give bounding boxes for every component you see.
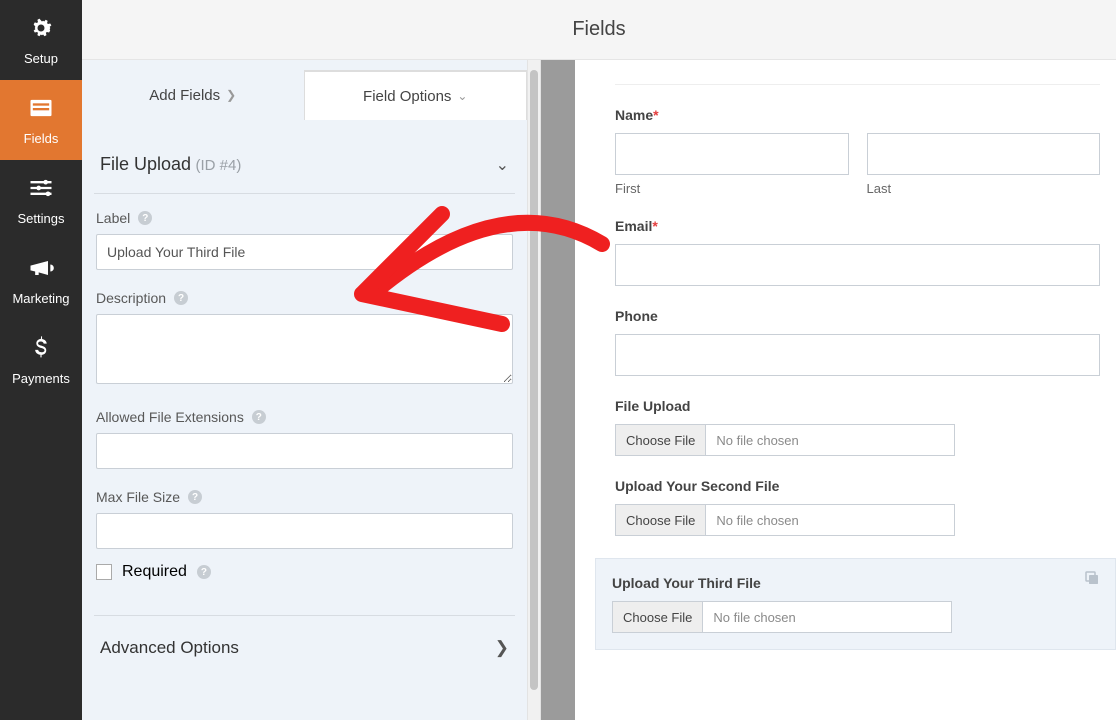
- preview-phone-field: Phone: [615, 308, 1100, 376]
- allowed-ext-caption: Allowed File Extensions: [96, 409, 244, 425]
- preview-name-field: Name* First Last: [615, 107, 1100, 196]
- last-name-input[interactable]: [867, 133, 1101, 175]
- sidebar-item-label: Settings: [18, 211, 65, 226]
- field-type-title: File Upload: [100, 154, 191, 174]
- editor-scrollbar[interactable]: [527, 60, 541, 720]
- main-sidebar: Setup Fields Settings Marketing Payments: [0, 0, 82, 720]
- help-icon[interactable]: ?: [252, 410, 266, 424]
- field-label: File Upload: [615, 398, 1100, 414]
- max-size-caption: Max File Size: [96, 489, 180, 505]
- field-label: Phone: [615, 308, 1100, 324]
- required-asterisk: *: [653, 107, 658, 123]
- page-title: Fields: [572, 18, 625, 41]
- form-icon: [27, 94, 55, 125]
- preview-file2-field: Upload Your Second File Choose File No f…: [615, 478, 1100, 536]
- max-size-input[interactable]: [96, 513, 513, 549]
- sidebar-item-settings[interactable]: Settings: [0, 160, 82, 240]
- required-row: Required ?: [94, 553, 515, 585]
- chevron-down-icon: ⌄: [496, 155, 509, 175]
- editor-tabs: Add Fields ❯ Field Options ⌄: [82, 70, 527, 120]
- bullhorn-icon: [27, 254, 55, 285]
- tab-add-fields[interactable]: Add Fields ❯: [82, 70, 304, 120]
- scrollbar-thumb[interactable]: [530, 70, 538, 690]
- no-file-text: No file chosen: [706, 433, 808, 448]
- sidebar-item-label: Fields: [24, 131, 59, 146]
- field-id: (ID #4): [196, 157, 242, 174]
- help-icon[interactable]: ?: [138, 211, 152, 225]
- advanced-caption: Advanced Options: [100, 638, 239, 658]
- workspace: Fields Add Fields ❯ Field Options ⌄ File…: [82, 0, 1116, 720]
- required-checkbox[interactable]: [96, 564, 112, 580]
- description-caption: Description: [96, 290, 166, 306]
- file-input-1[interactable]: Choose File No file chosen: [615, 424, 955, 456]
- no-file-text: No file chosen: [706, 513, 808, 528]
- sidebar-item-marketing[interactable]: Marketing: [0, 240, 82, 320]
- sidebar-item-payments[interactable]: Payments: [0, 320, 82, 400]
- sidebar-item-label: Payments: [12, 371, 70, 386]
- email-input[interactable]: [615, 244, 1100, 286]
- advanced-options-row[interactable]: Advanced Options ❯: [94, 615, 515, 676]
- help-icon[interactable]: ?: [188, 490, 202, 504]
- label-input[interactable]: [96, 234, 513, 270]
- sidebar-item-label: Setup: [24, 51, 58, 66]
- choose-file-button[interactable]: Choose File: [613, 602, 703, 632]
- label-caption: Label: [96, 210, 130, 226]
- file-input-2[interactable]: Choose File No file chosen: [615, 504, 955, 536]
- panel-title-row[interactable]: File Upload (ID #4) ⌄: [94, 130, 515, 194]
- max-size-row: Max File Size ?: [94, 473, 515, 553]
- separator-column: [541, 60, 575, 720]
- help-icon[interactable]: ?: [197, 565, 211, 579]
- options-body: File Upload (ID #4) ⌄ Label ? Descriptio…: [82, 120, 527, 720]
- editor-panel: Add Fields ❯ Field Options ⌄ File Upload…: [82, 60, 527, 720]
- dollar-icon: [27, 334, 55, 365]
- field-label: Name: [615, 107, 653, 123]
- field-label: Upload Your Second File: [615, 478, 1100, 494]
- preview-file1-field: File Upload Choose File No file chosen: [615, 398, 1100, 456]
- chevron-down-icon: ⌄: [457, 89, 467, 103]
- preview-divider: [615, 84, 1100, 85]
- required-asterisk: *: [652, 218, 657, 234]
- preview-file3-field-selected[interactable]: Upload Your Third File Choose File No fi…: [595, 558, 1116, 650]
- gear-icon: [27, 14, 55, 45]
- choose-file-button[interactable]: Choose File: [616, 425, 706, 455]
- tab-label: Field Options: [363, 88, 451, 105]
- chevron-right-icon: ❯: [495, 638, 509, 658]
- chevron-right-icon: ❯: [226, 88, 236, 102]
- sliders-icon: [27, 174, 55, 205]
- first-sublabel: First: [615, 181, 849, 196]
- preview-email-field: Email*: [615, 218, 1100, 286]
- sidebar-item-fields[interactable]: Fields: [0, 80, 82, 160]
- last-sublabel: Last: [867, 181, 1101, 196]
- description-input[interactable]: [96, 314, 513, 384]
- field-label: Email: [615, 218, 652, 234]
- phone-input[interactable]: [615, 334, 1100, 376]
- description-row: Description ?: [94, 274, 515, 393]
- help-icon[interactable]: ?: [174, 291, 188, 305]
- choose-file-button[interactable]: Choose File: [616, 505, 706, 535]
- field-label: Upload Your Third File: [612, 575, 1099, 591]
- tab-label: Add Fields: [149, 87, 220, 104]
- no-file-text: No file chosen: [703, 610, 805, 625]
- workarea: Add Fields ❯ Field Options ⌄ File Upload…: [82, 60, 1116, 720]
- page-title-header: Fields: [82, 0, 1116, 60]
- sidebar-item-setup[interactable]: Setup: [0, 0, 82, 80]
- duplicate-icon[interactable]: [1083, 569, 1101, 592]
- tab-field-options[interactable]: Field Options ⌄: [304, 70, 528, 120]
- form-preview: Name* First Last Email*: [575, 60, 1116, 720]
- allowed-ext-input[interactable]: [96, 433, 513, 469]
- file-input-3[interactable]: Choose File No file chosen: [612, 601, 952, 633]
- first-name-input[interactable]: [615, 133, 849, 175]
- allowed-ext-row: Allowed File Extensions ?: [94, 393, 515, 473]
- sidebar-item-label: Marketing: [12, 291, 69, 306]
- label-row: Label ?: [94, 194, 515, 274]
- required-caption: Required: [122, 563, 187, 581]
